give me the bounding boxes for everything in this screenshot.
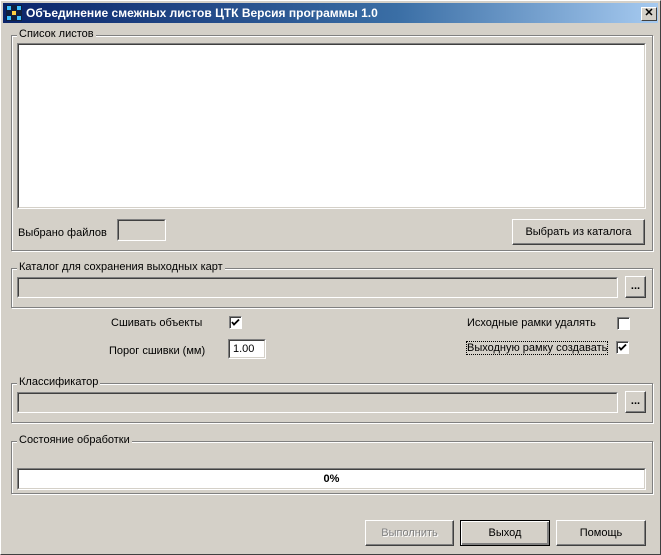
sheets-list[interactable] <box>17 43 646 209</box>
classifier-field[interactable] <box>17 392 618 413</box>
stitch-objects-checkbox[interactable] <box>229 316 242 329</box>
classifier-browse-button[interactable]: ... <box>625 391 646 413</box>
delete-source-frames-label: Исходные рамки удалять <box>467 317 596 329</box>
title-bar[interactable]: Объединение смежных листов ЦТК Версия пр… <box>3 3 658 23</box>
stitch-threshold-value: 1.00 <box>233 343 255 355</box>
choose-from-catalog-button[interactable]: Выбрать из каталога <box>512 219 645 245</box>
delete-source-frames-checkbox[interactable] <box>617 317 630 330</box>
classifier-legend: Классификатор <box>17 376 101 388</box>
progress-legend: Состояние обработки <box>17 434 132 446</box>
output-dir-browse-label: ... <box>630 280 641 292</box>
run-button-label: Выполнить <box>381 527 438 539</box>
sheets-group-legend: Список листов <box>17 28 96 40</box>
choose-from-catalog-label: Выбрать из каталога <box>525 226 632 238</box>
progress-bar: 0% <box>17 468 646 490</box>
progress-text: 0% <box>323 473 340 485</box>
help-button[interactable]: Помощь <box>556 520 646 546</box>
app-icon <box>6 5 22 21</box>
window-title: Объединение смежных листов ЦТК Версия пр… <box>26 6 378 20</box>
output-dir-legend: Каталог для сохранения выходных карт <box>17 261 225 273</box>
selected-files-field <box>117 219 166 241</box>
checkmark-icon <box>231 318 240 326</box>
stitch-objects-label: Сшивать объекты <box>111 317 203 329</box>
close-icon: ✕ <box>644 7 654 19</box>
create-output-frame-checkbox[interactable] <box>616 341 629 354</box>
stitch-threshold-input[interactable]: 1.00 <box>228 339 266 359</box>
create-output-frame-label: Выходную рамку создавать <box>465 341 609 355</box>
main-window: Объединение смежных листов ЦТК Версия пр… <box>0 0 661 555</box>
checkmark-icon <box>618 343 627 351</box>
exit-button-label: Выход <box>488 527 522 539</box>
output-dir-field[interactable] <box>17 277 618 298</box>
stitch-threshold-label: Порог сшивки (мм) <box>109 345 206 357</box>
classifier-browse-label: ... <box>630 395 641 407</box>
output-dir-browse-button[interactable]: ... <box>625 276 646 298</box>
exit-button[interactable]: Выход <box>460 520 550 546</box>
selected-files-label: Выбрано файлов <box>18 227 107 239</box>
run-button[interactable]: Выполнить <box>365 520 454 546</box>
close-button[interactable]: ✕ <box>641 7 657 21</box>
help-button-label: Помощь <box>579 527 623 539</box>
